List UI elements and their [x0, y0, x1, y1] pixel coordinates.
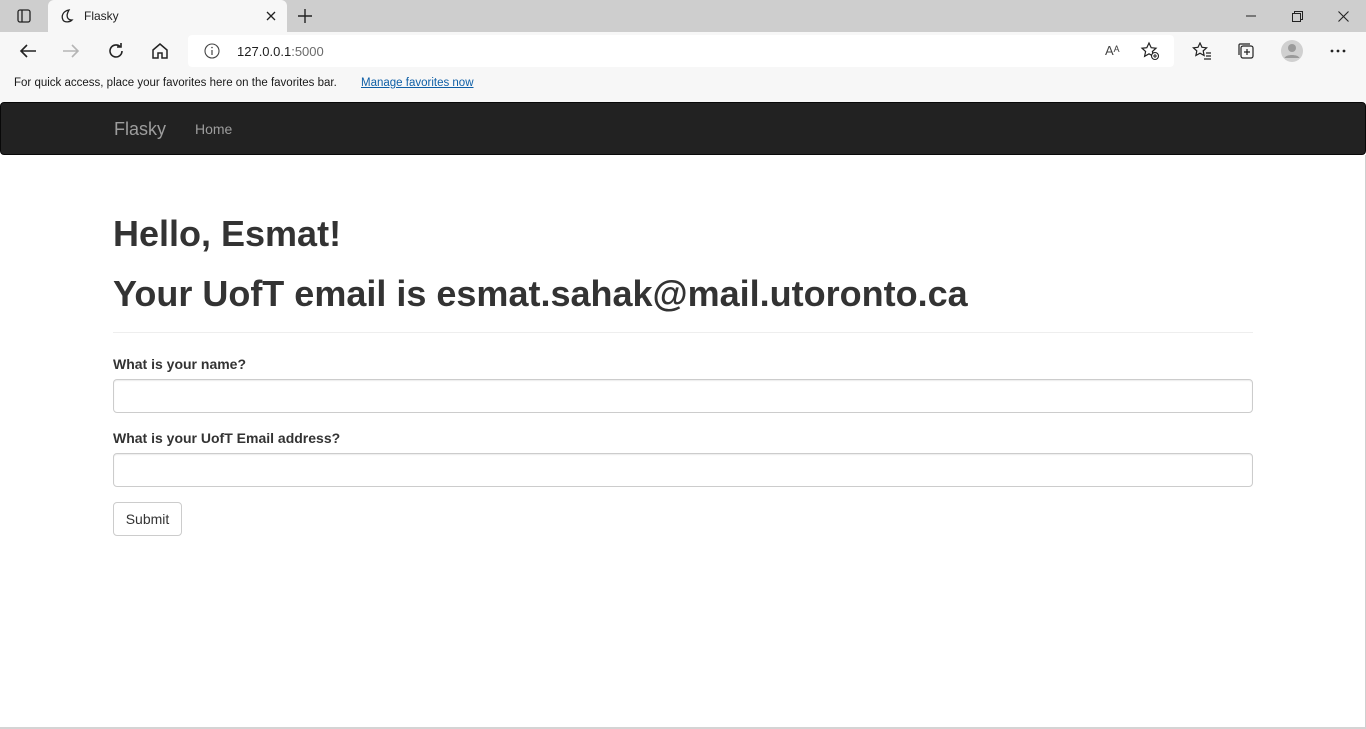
- add-favorite-icon[interactable]: [1140, 41, 1160, 61]
- email-heading: Your UofT email is esmat.sahak@mail.utor…: [113, 273, 968, 314]
- maximize-icon[interactable]: [1274, 0, 1320, 32]
- browser-tab[interactable]: Flasky: [48, 0, 287, 32]
- favorites-icon[interactable]: [1186, 36, 1218, 66]
- tab-actions-icon[interactable]: [10, 4, 38, 28]
- site-info-icon[interactable]: [204, 43, 220, 59]
- read-aloud-icon[interactable]: Aᴬ: [1105, 43, 1125, 59]
- email-input[interactable]: [113, 453, 1253, 487]
- name-label: What is your name?: [113, 356, 247, 372]
- flasky-favicon: [58, 8, 74, 24]
- forward-arrow-icon[interactable]: [55, 36, 87, 66]
- close-tab-icon[interactable]: [263, 8, 279, 24]
- nav-link-home[interactable]: Home: [195, 121, 232, 137]
- email-label: What is your UofT Email address?: [113, 430, 341, 446]
- address-bar[interactable]: 127.0.0.1:5000 Aᴬ: [188, 35, 1174, 67]
- name-input[interactable]: [113, 379, 1253, 413]
- profile-avatar-icon[interactable]: [1276, 36, 1308, 66]
- favorites-bar-message: For quick access, place your favorites h…: [14, 77, 337, 89]
- back-arrow-icon[interactable]: [12, 36, 44, 66]
- navbar-brand[interactable]: Flasky: [114, 119, 166, 140]
- home-icon[interactable]: [144, 36, 176, 66]
- url-text[interactable]: 127.0.0.1:5000: [237, 44, 324, 59]
- collections-icon[interactable]: [1230, 36, 1262, 66]
- submit-button[interactable]: Submit: [113, 502, 182, 536]
- tab-title: Flasky: [84, 9, 119, 23]
- favorites-bar: For quick access, place your favorites h…: [0, 70, 1366, 102]
- minimize-icon[interactable]: [1228, 0, 1274, 32]
- new-tab-icon[interactable]: [293, 4, 317, 28]
- more-menu-icon[interactable]: [1322, 36, 1354, 66]
- browser-toolbar: 127.0.0.1:5000 Aᴬ: [0, 32, 1366, 70]
- manage-favorites-link[interactable]: Manage favorites now: [361, 77, 474, 89]
- close-window-icon[interactable]: [1320, 0, 1366, 32]
- refresh-icon[interactable]: [100, 36, 132, 66]
- greeting-heading: Hello, Esmat!: [113, 213, 342, 254]
- divider: [113, 332, 1253, 333]
- site-navbar: Flasky Home: [0, 102, 1366, 155]
- tab-strip: Flasky: [0, 0, 1366, 32]
